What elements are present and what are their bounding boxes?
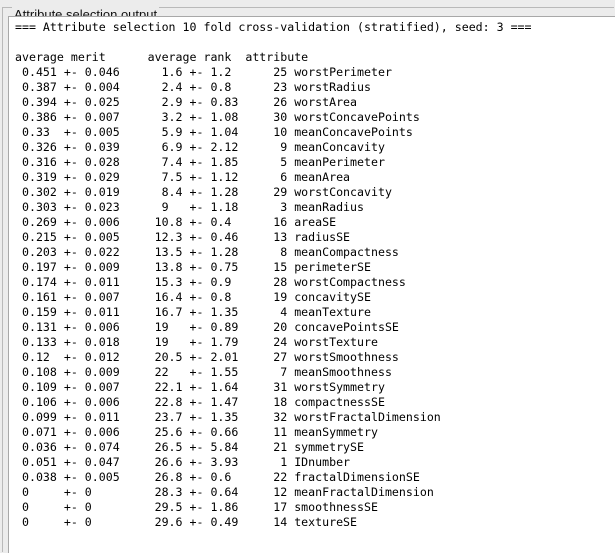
- output-row: 0.099 +- 0.011 23.7 +- 1.35 32 worstFrac…: [15, 410, 441, 424]
- output-text-area[interactable]: === Attribute selection 10 fold cross-va…: [8, 16, 615, 553]
- output-row: 0.133 +- 0.018 19 +- 1.79 24 worstTextur…: [15, 335, 378, 349]
- output-row: 0.174 +- 0.011 15.3 +- 0.9 28 worstCompa…: [15, 275, 406, 289]
- output-row: 0.203 +- 0.022 13.5 +- 1.28 8 meanCompac…: [15, 245, 399, 259]
- output-row: 0.071 +- 0.006 25.6 +- 0.66 11 meanSymme…: [15, 425, 378, 439]
- output-row: 0.159 +- 0.011 16.7 +- 1.35 4 meanTextur…: [15, 305, 371, 319]
- output-row: 0.038 +- 0.005 26.8 +- 0.6 22 fractalDim…: [15, 470, 420, 484]
- output-row: 0.131 +- 0.006 19 +- 0.89 20 concavePoin…: [15, 320, 399, 334]
- output-row: 0.12 +- 0.012 20.5 +- 2.01 27 worstSmoot…: [15, 350, 399, 364]
- output-row: 0.108 +- 0.009 22 +- 1.55 7 meanSmoothne…: [15, 365, 392, 379]
- output-column-header: average merit average rank attribute: [15, 50, 309, 64]
- output-row: 0.319 +- 0.029 7.5 +- 1.12 6 meanArea: [15, 170, 351, 184]
- output-row: 0.106 +- 0.006 22.8 +- 1.47 18 compactne…: [15, 395, 385, 409]
- output-row: 0.316 +- 0.028 7.4 +- 1.85 5 meanPerimet…: [15, 155, 385, 169]
- attribute-selection-output-panel: Attribute selection output === Attribute…: [0, 0, 615, 553]
- output-header-line: === Attribute selection 10 fold cross-va…: [15, 20, 532, 34]
- output-row: 0.33 +- 0.005 5.9 +- 1.04 10 meanConcave…: [15, 125, 413, 139]
- output-row: 0.387 +- 0.004 2.4 +- 0.8 23 worstRadius: [15, 80, 371, 94]
- output-row: 0.269 +- 0.006 10.8 +- 0.4 16 areaSE: [15, 215, 337, 229]
- output-blank-line: [15, 35, 615, 50]
- output-row: 0.386 +- 0.007 3.2 +- 1.08 30 worstConca…: [15, 110, 420, 124]
- output-row: 0.051 +- 0.047 26.6 +- 3.93 1 IDnumber: [15, 455, 351, 469]
- output-row: 0.036 +- 0.074 26.5 +- 5.84 21 symmetryS…: [15, 440, 365, 454]
- output-rows: 0.451 +- 0.046 1.6 +- 1.2 25 worstPerime…: [15, 65, 615, 530]
- output-text: === Attribute selection 10 fold cross-va…: [9, 17, 615, 530]
- output-row: 0.326 +- 0.039 6.9 +- 2.12 9 meanConcavi…: [15, 140, 385, 154]
- output-row: 0.302 +- 0.019 8.4 +- 1.28 29 worstConca…: [15, 185, 392, 199]
- output-row: 0.109 +- 0.007 22.1 +- 1.64 31 worstSymm…: [15, 380, 385, 394]
- output-row: 0.215 +- 0.005 12.3 +- 0.46 13 radiusSE: [15, 230, 351, 244]
- output-row: 0.394 +- 0.025 2.9 +- 0.83 26 worstArea: [15, 95, 358, 109]
- output-row: 0 +- 0 29.5 +- 1.86 17 smoothnessSE: [15, 500, 378, 514]
- output-row: 0.303 +- 0.023 9 +- 1.18 3 meanRadius: [15, 200, 365, 214]
- output-row: 0.197 +- 0.009 13.8 +- 0.75 15 perimeter…: [15, 260, 371, 274]
- output-row: 0.161 +- 0.007 16.4 +- 0.8 19 concavityS…: [15, 290, 371, 304]
- output-row: 0 +- 0 29.6 +- 0.49 14 textureSE: [15, 515, 358, 529]
- output-row: 0.451 +- 0.046 1.6 +- 1.2 25 worstPerime…: [15, 65, 392, 79]
- output-row: 0 +- 0 28.3 +- 0.64 12 meanFractalDimens…: [15, 485, 434, 499]
